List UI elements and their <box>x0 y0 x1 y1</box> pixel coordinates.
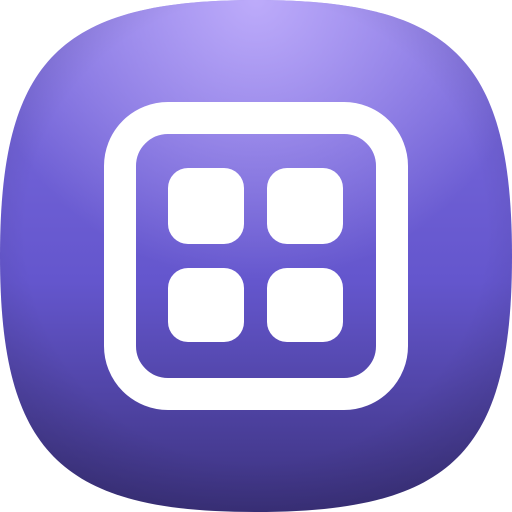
app-icon-svg <box>0 0 512 512</box>
icon-background <box>0 0 512 512</box>
app-icon <box>0 0 512 512</box>
grid-tile-bottom-right <box>267 268 343 342</box>
grid-tile-bottom-left <box>168 268 244 342</box>
grid-tile-top-right <box>267 168 343 244</box>
grid-tile-top-left <box>168 168 244 244</box>
